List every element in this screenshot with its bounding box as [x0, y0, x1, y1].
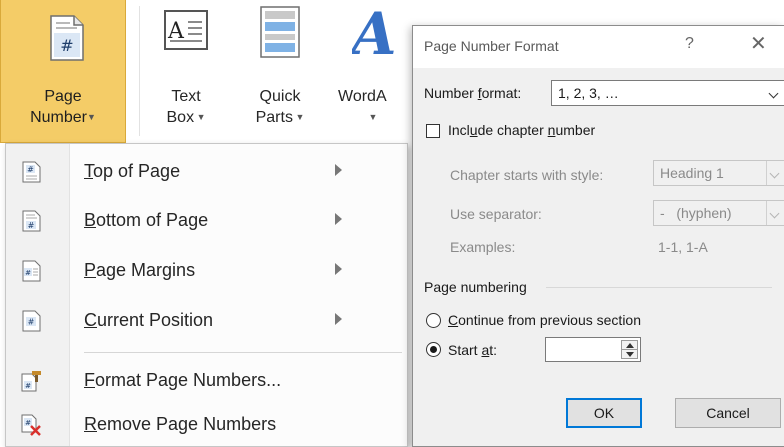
- include-chapter-checkbox[interactable]: [426, 124, 440, 138]
- submenu-arrow-icon: [335, 213, 342, 225]
- examples-value: 1-1, 1-A: [658, 239, 708, 255]
- separator-label: Use separator:: [450, 206, 542, 222]
- page-margins-icon: #: [22, 260, 41, 282]
- dropdown-arrow-icon: ▼: [292, 112, 305, 122]
- quick-parts-icon: [260, 6, 300, 58]
- svg-text:#: #: [60, 36, 73, 55]
- ribbon-separator: [139, 6, 140, 136]
- menu-item-label: Bottom of Page: [84, 210, 209, 230]
- menu-item-current-position[interactable]: # Current Position: [6, 301, 407, 341]
- help-button[interactable]: ?: [685, 35, 694, 53]
- separator-value: - (hyphen): [660, 205, 732, 221]
- svg-text:#: #: [27, 165, 34, 174]
- dropdown-arrow-icon: ▼: [368, 112, 378, 122]
- ok-button[interactable]: OK: [566, 398, 642, 428]
- include-chapter-label: Include chapter number: [448, 122, 596, 138]
- start-at-input[interactable]: [545, 337, 641, 362]
- menu-item-top-of-page[interactable]: # Top of Page: [6, 152, 407, 192]
- page-number-icon: #: [50, 15, 84, 61]
- page-numbering-group-label: Page numbering: [424, 279, 527, 295]
- format-page-numbers-icon: #: [21, 371, 41, 392]
- svg-text:#: #: [28, 221, 35, 230]
- continue-label: Continue from previous section: [448, 312, 641, 328]
- menu-separator: [84, 352, 402, 353]
- svg-text:#: #: [25, 382, 31, 390]
- chevron-down-icon[interactable]: [766, 201, 784, 225]
- quick-parts-label-2: Parts ▼: [255, 109, 305, 126]
- close-button[interactable]: ✕: [750, 31, 767, 56]
- number-format-label: Number format:: [424, 85, 522, 101]
- svg-text:#: #: [28, 318, 35, 327]
- menu-item-label: Format Page Numbers...: [84, 370, 282, 390]
- submenu-arrow-icon: [335, 164, 342, 176]
- chevron-down-icon[interactable]: [766, 81, 784, 105]
- dropdown-arrow-icon: ▼: [86, 112, 96, 122]
- number-format-select[interactable]: 1, 2, 3, …: [551, 80, 784, 106]
- spin-down-icon[interactable]: [626, 352, 634, 357]
- menu-item-label: Remove Page Numbers: [84, 414, 277, 434]
- menu-item-format-page-numbers[interactable]: # Format Page Numbers...: [6, 361, 407, 401]
- remove-page-numbers-icon: #: [21, 414, 41, 436]
- text-box-label-1: Text: [171, 88, 201, 105]
- svg-text:#: #: [25, 419, 31, 427]
- current-position-icon: #: [22, 310, 41, 332]
- page-number-menu: # Top of Page # Bottom of Page # Page Ma…: [5, 143, 408, 447]
- spinner-divider: [622, 349, 637, 350]
- menu-item-bottom-of-page[interactable]: # Bottom of Page: [6, 201, 407, 241]
- chapter-style-select[interactable]: Heading 1: [653, 160, 784, 186]
- text-box-button[interactable]: A Text Box ▼: [154, 0, 218, 143]
- examples-label: Examples:: [450, 239, 516, 255]
- chevron-down-icon[interactable]: [766, 161, 784, 185]
- submenu-arrow-icon: [335, 313, 342, 325]
- separator-select[interactable]: - (hyphen): [653, 200, 784, 226]
- chapter-style-label: Chapter starts with style:: [450, 167, 604, 183]
- svg-text:A: A: [352, 4, 397, 60]
- start-at-label: Start at:: [448, 342, 498, 358]
- text-box-icon: A: [164, 10, 208, 50]
- continue-radio[interactable]: [426, 313, 441, 328]
- menu-item-label: Current Position: [84, 310, 214, 330]
- dialog-title-bar: Page Number Format ? ✕: [413, 26, 784, 68]
- submenu-arrow-icon: [335, 263, 342, 275]
- spin-up-icon[interactable]: [626, 343, 634, 348]
- text-box-label-2: Box ▼: [166, 109, 206, 126]
- page-number-label-2: Number▼: [30, 109, 96, 126]
- spinner-buttons[interactable]: [621, 340, 638, 359]
- menu-item-label: Page Margins: [84, 260, 196, 280]
- start-at-radio[interactable]: [426, 342, 441, 357]
- top-of-page-icon: #: [22, 161, 41, 183]
- number-format-value: 1, 2, 3, …: [558, 85, 619, 101]
- wordart-icon: A: [352, 4, 397, 60]
- chapter-style-value: Heading 1: [660, 165, 724, 181]
- wordart-label: WordA: [338, 88, 387, 105]
- wordart-dropdown: ▼: [330, 107, 420, 128]
- dropdown-arrow-icon: ▼: [194, 112, 206, 122]
- cancel-button[interactable]: Cancel: [675, 398, 781, 428]
- menu-item-remove-page-numbers[interactable]: # Remove Page Numbers: [6, 405, 407, 445]
- svg-text:#: #: [25, 269, 31, 277]
- page-number-format-dialog: Page Number Format ? ✕ Number format: 1,…: [412, 25, 784, 447]
- bottom-of-page-icon: #: [22, 210, 41, 232]
- page-number-label-1: Page: [44, 88, 82, 105]
- group-divider: [546, 287, 772, 288]
- quick-parts-button[interactable]: Quick Parts ▼: [244, 0, 316, 143]
- wordart-button[interactable]: A WordA ▼: [330, 0, 420, 143]
- page-number-button[interactable]: # Page Number▼: [0, 0, 126, 143]
- quick-parts-label-1: Quick: [259, 88, 301, 105]
- dialog-title: Page Number Format: [424, 38, 559, 54]
- menu-item-page-margins[interactable]: # Page Margins: [6, 251, 407, 291]
- menu-item-label: Top of Page: [84, 161, 181, 181]
